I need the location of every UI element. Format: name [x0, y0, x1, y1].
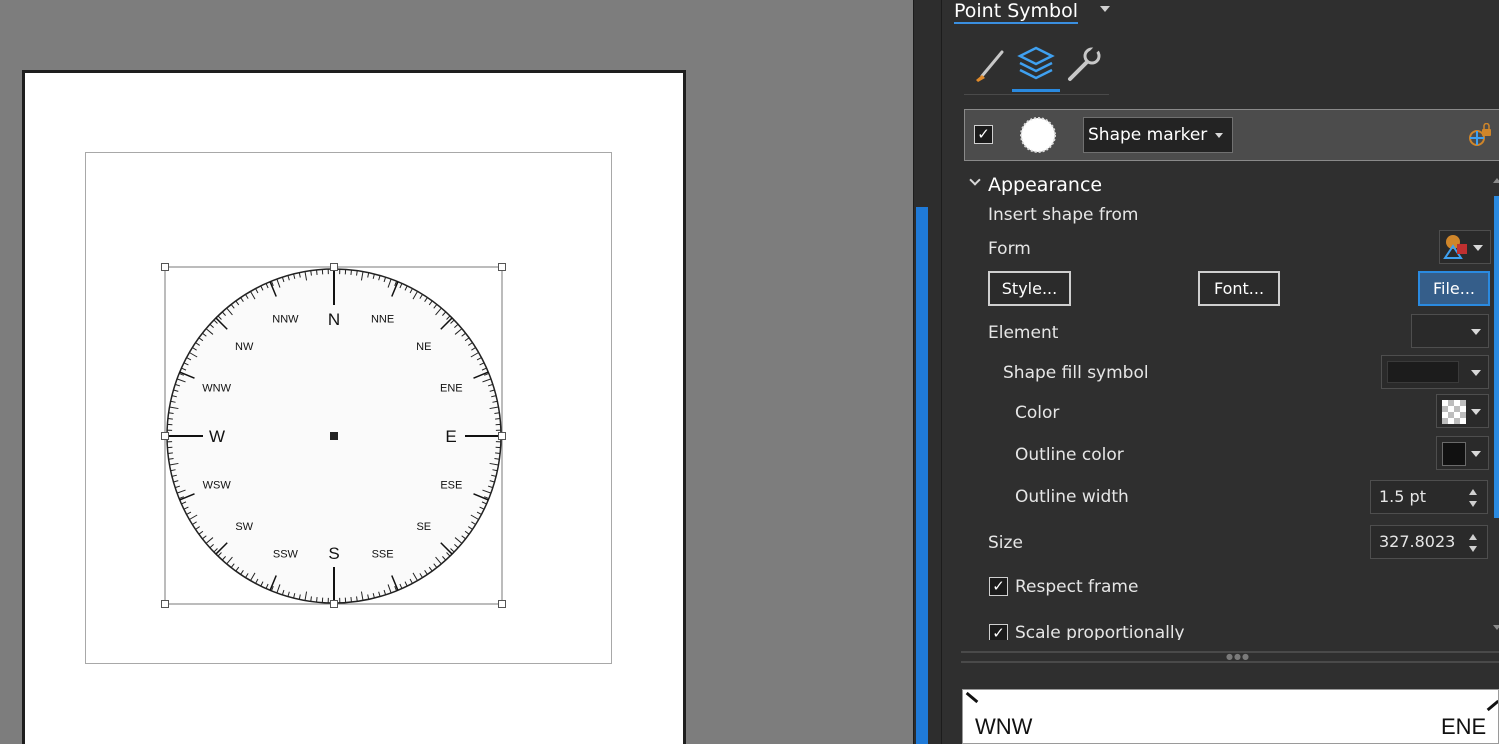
style-button[interactable]: Style...	[988, 271, 1071, 306]
preview-tick	[965, 691, 979, 704]
outline-color-picker[interactable]	[1436, 436, 1489, 470]
intercardinal-label: NE	[416, 341, 431, 353]
selection-handle	[161, 432, 169, 440]
intercardinal-label: SSE	[372, 548, 394, 560]
intercardinal-label: NW	[235, 341, 254, 353]
symbology-pane: Point Symbol ✓ Shape marker Appearance I…	[942, 0, 1499, 744]
preview-label-right: ENE	[1441, 714, 1487, 739]
form-dropdown[interactable]	[1439, 230, 1491, 264]
selection-handle	[498, 600, 506, 608]
center-marker	[330, 432, 338, 440]
degree-tick	[494, 458, 500, 460]
selection-handle	[330, 600, 338, 608]
chevron-down-icon[interactable]	[969, 174, 981, 186]
form-label: Form	[988, 239, 1031, 259]
shape-fill-dropdown[interactable]	[1381, 355, 1489, 389]
spin-down-icon[interactable]	[1469, 546, 1477, 552]
preview-label-left: WNW	[975, 714, 1033, 739]
element-label: Element	[988, 323, 1059, 343]
shape-fill-label: Shape fill symbol	[1003, 363, 1149, 383]
cardinal-label: S	[328, 544, 339, 563]
size-input[interactable]: 327.8023	[1370, 525, 1488, 559]
selection-handle	[330, 263, 338, 271]
resize-grip-icon[interactable]: ●●●	[1226, 653, 1254, 661]
respect-frame-checkbox[interactable]: ✓	[989, 577, 1008, 596]
scroll-up-icon[interactable]	[1493, 178, 1499, 183]
intercardinal-label: NNW	[272, 314, 299, 326]
outline-width-value: 1.5 pt	[1379, 487, 1426, 506]
degree-tick	[310, 270, 312, 276]
font-button[interactable]: Font...	[1198, 271, 1280, 306]
degree-tick	[495, 452, 501, 454]
intercardinal-label: SW	[235, 521, 253, 533]
preview-divider	[961, 661, 1499, 663]
cardinal-label: W	[209, 427, 225, 446]
degree-tick	[316, 597, 318, 603]
intercardinal-label: SE	[416, 521, 431, 533]
element-dropdown[interactable]	[1411, 314, 1489, 348]
cardinal-label: E	[445, 427, 456, 446]
outline-color-label: Outline color	[1015, 445, 1124, 465]
appearance-section-title[interactable]: Appearance	[988, 174, 1102, 196]
intercardinal-label: SSW	[273, 548, 299, 560]
intercardinal-label: ENE	[440, 382, 463, 394]
scrollbar-thumb[interactable]	[1494, 196, 1499, 518]
selection-handle	[161, 263, 169, 271]
outline-color-swatch	[1442, 442, 1466, 466]
chevron-down-icon	[1471, 451, 1481, 457]
scale-proportionally-label: Scale proportionally	[1015, 623, 1185, 640]
degree-tick	[310, 596, 312, 602]
cardinal-label: N	[328, 310, 340, 329]
spin-down-icon[interactable]	[1469, 501, 1477, 507]
fill-symbol-swatch	[1387, 361, 1459, 383]
degree-tick	[350, 269, 352, 275]
degree-tick	[168, 458, 174, 460]
outline-width-input[interactable]: 1.5 pt	[1370, 480, 1488, 514]
degree-tick	[495, 418, 501, 420]
intercardinal-label: WNW	[202, 382, 231, 394]
selection-handle	[161, 600, 169, 608]
intercardinal-label: NNE	[371, 314, 394, 326]
compass-rose-graphic[interactable]: NESWNNENEENEESESESSESSWSWWSWWNWNWNNW	[160, 262, 508, 610]
scroll-down-icon[interactable]	[1493, 625, 1499, 630]
file-button[interactable]: File...	[1418, 271, 1490, 306]
respect-frame-label: Respect frame	[1015, 577, 1139, 597]
transparent-color-swatch	[1442, 400, 1466, 424]
degree-tick	[167, 418, 173, 420]
layout-canvas[interactable]: N E S W NNE NE ENE ESE SE SSE SSW SW WSW WNW NW NNW	[0, 0, 913, 744]
color-picker[interactable]	[1436, 394, 1489, 428]
appearance-scroll-area[interactable]: Appearance Insert shape from Form Style.…	[942, 0, 1499, 640]
degree-tick	[350, 597, 352, 603]
degree-tick	[356, 596, 358, 602]
degree-tick	[356, 270, 358, 276]
degree-tick	[316, 269, 318, 275]
insert-shape-label: Insert shape from	[988, 205, 1139, 225]
size-label: Size	[988, 533, 1023, 553]
chevron-down-icon	[1471, 329, 1481, 335]
chevron-down-icon	[1471, 409, 1481, 415]
intercardinal-label: WSW	[203, 480, 232, 492]
size-value: 327.8023	[1379, 532, 1456, 551]
preview-tick	[1486, 699, 1498, 712]
degree-tick	[494, 412, 500, 414]
degree-tick	[167, 452, 173, 454]
spin-up-icon[interactable]	[1469, 489, 1477, 495]
splitter-scroll-indicator[interactable]	[916, 207, 928, 744]
color-label: Color	[1015, 403, 1060, 423]
selection-handle	[498, 432, 506, 440]
spin-up-icon[interactable]	[1469, 534, 1477, 540]
outline-width-label: Outline width	[1015, 487, 1129, 507]
chevron-down-icon	[1471, 370, 1481, 376]
chevron-down-icon	[1473, 245, 1483, 251]
degree-tick	[168, 412, 174, 414]
intercardinal-label: ESE	[440, 480, 462, 492]
symbol-preview: WNW ENE	[962, 689, 1499, 744]
selection-handle	[498, 263, 506, 271]
scale-proportionally-checkbox[interactable]: ✓	[989, 624, 1008, 640]
shapes-icon	[1443, 235, 1467, 259]
